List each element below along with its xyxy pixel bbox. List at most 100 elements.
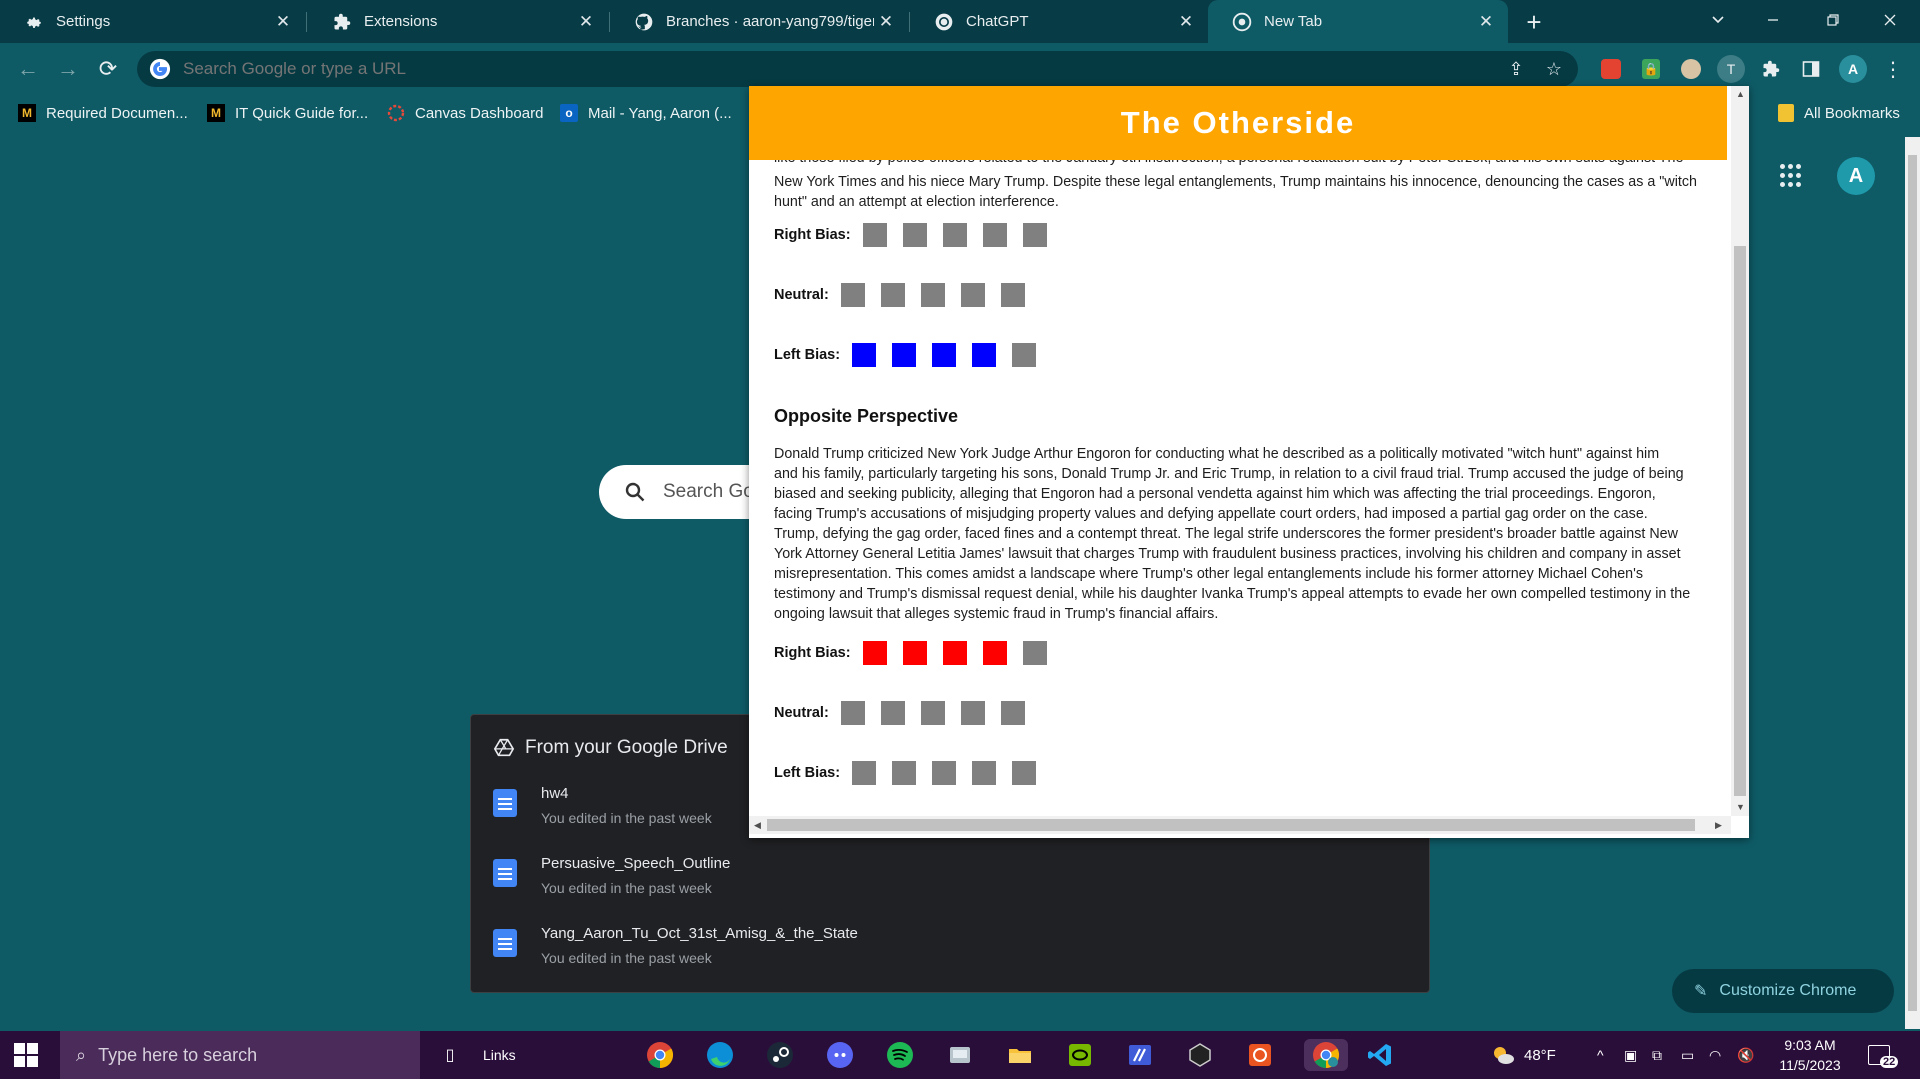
chrome-taskbar-icon[interactable] (644, 1039, 676, 1071)
weather-temp: 48°F (1524, 1046, 1556, 1064)
page-scrollbar[interactable] (1905, 137, 1920, 1029)
close-icon[interactable]: ✕ (574, 10, 598, 34)
close-icon[interactable]: ✕ (1474, 10, 1498, 34)
chevron-down-icon (1712, 16, 1724, 24)
close-window-button[interactable] (1862, 0, 1918, 40)
drive-file-name: hw4 (541, 785, 569, 802)
right-bias-label: Right Bias: (774, 645, 851, 661)
popup-horizontal-scrollbar[interactable]: ◀ ▶ (749, 816, 1731, 834)
forward-button[interactable]: → (52, 53, 84, 85)
bias-square (1022, 223, 1047, 247)
battery-icon[interactable]: ▭ (1681, 1031, 1694, 1079)
close-icon[interactable]: ✕ (1174, 10, 1198, 34)
tab-new-tab[interactable]: New Tab ✕ (1208, 0, 1508, 43)
popup-vertical-thumb[interactable] (1734, 246, 1746, 796)
address-input[interactable] (181, 58, 1502, 80)
nvidia-taskbar-icon[interactable] (1064, 1039, 1096, 1071)
tab-divider (306, 12, 307, 32)
edge-taskbar-icon[interactable] (704, 1039, 736, 1071)
more-menu-icon[interactable]: ⋮ (1879, 55, 1907, 83)
drive-file-item[interactable]: hw4 You edited in the past week (493, 785, 712, 826)
vscode-taskbar-icon[interactable] (1364, 1039, 1396, 1071)
tab-title: ChatGPT (966, 13, 1029, 30)
volume-muted-icon[interactable]: 🔇 (1737, 1031, 1754, 1079)
vpn-taskbar-icon[interactable] (1124, 1039, 1156, 1071)
address-bar[interactable]: ⇪ ☆ (137, 51, 1578, 87)
tab-search-button[interactable] (1690, 0, 1746, 40)
bookmark-it-quick-guide[interactable]: M IT Quick Guide for... (207, 101, 368, 125)
bookmark-canvas-dashboard[interactable]: Canvas Dashboard (387, 101, 543, 125)
notification-count: 22 (1880, 1056, 1899, 1068)
partly-cloudy-icon (1494, 1047, 1514, 1064)
all-bookmarks-button[interactable]: All Bookmarks (1778, 101, 1900, 125)
bookmark-star-icon[interactable]: ☆ (1540, 55, 1568, 83)
unity-taskbar-icon[interactable] (1184, 1039, 1216, 1071)
customize-chrome-button[interactable]: ✎ Customize Chrome (1672, 969, 1894, 1013)
close-icon[interactable]: ✕ (271, 10, 295, 34)
side-panel-icon[interactable] (1797, 55, 1825, 83)
close-icon[interactable]: ✕ (874, 10, 898, 34)
scroll-right-arrow-icon[interactable]: ▶ (1715, 820, 1722, 831)
scroll-down-arrow-icon[interactable]: ▼ (1736, 802, 1745, 812)
todoist-extension-icon[interactable] (1597, 55, 1625, 83)
share-icon[interactable]: ⇪ (1502, 55, 1530, 83)
drive-file-item[interactable]: Yang_Aaron_Tu_Oct_31st_Amisg_&_the_State… (493, 925, 858, 966)
left-bias-label: Left Bias: (774, 765, 841, 781)
otherside-extension-button[interactable]: T (1717, 55, 1745, 83)
chrome-profile-taskbar-icon[interactable] (1304, 1039, 1348, 1071)
google-apps-icon[interactable] (1780, 164, 1804, 188)
owl-extension-icon[interactable] (1677, 55, 1705, 83)
links-toolbar[interactable]: Links (483, 1031, 516, 1079)
page-scrollbar-thumb[interactable] (1908, 155, 1917, 1011)
steam-taskbar-icon[interactable] (764, 1039, 796, 1071)
meet-now-icon[interactable]: ▣ (1624, 1031, 1637, 1079)
extensions-puzzle-icon[interactable] (1757, 55, 1785, 83)
tab-github-branches[interactable]: Branches · aaron-yang799/tiger- ✕ (610, 0, 908, 43)
minimize-button[interactable] (1745, 0, 1801, 40)
google-account-avatar[interactable]: A (1837, 157, 1875, 195)
task-view-icon[interactable]: ▯ (434, 1039, 466, 1071)
taskbar-search[interactable]: ⌕ Type here to search (60, 1031, 420, 1079)
bookmark-label: Mail - Yang, Aaron (... (588, 104, 732, 122)
popup-scroll-area[interactable]: like those filed by police officers rela… (749, 86, 1731, 816)
left-bias-meter (852, 761, 1052, 785)
reload-button[interactable]: ⟳ (92, 53, 124, 85)
scroll-up-arrow-icon[interactable]: ▲ (1736, 89, 1745, 99)
notification-center-button[interactable]: 22 (1868, 1031, 1899, 1079)
article-line: like those filed by police officers rela… (774, 158, 1684, 166)
opposite-line: and his family, particularly targeting h… (774, 466, 1684, 482)
display-icon[interactable]: ⧉ (1652, 1031, 1662, 1079)
scroll-left-arrow-icon[interactable]: ◀ (754, 820, 761, 831)
links-label: Links (483, 1047, 516, 1063)
tab-extensions[interactable]: Extensions ✕ (308, 0, 608, 43)
file-explorer-app-icon[interactable] (944, 1039, 976, 1071)
popup-horizontal-thumb[interactable] (767, 819, 1695, 831)
left-bias-label: Left Bias: (774, 347, 841, 363)
tab-settings[interactable]: Settings ✕ (0, 0, 305, 43)
forward-arrow-icon: → (57, 56, 79, 81)
discord-taskbar-icon[interactable] (824, 1039, 856, 1071)
bookmark-required-documents[interactable]: M Required Documen... (18, 101, 188, 125)
bias-square (920, 701, 945, 725)
popup-vertical-scrollbar[interactable]: ▲ ▼ (1731, 86, 1749, 816)
system-clock[interactable]: 9:03 AM 11/5/2023 (1770, 1035, 1850, 1075)
show-hidden-icons-button[interactable]: ^ (1597, 1031, 1604, 1079)
lock-extension-icon[interactable]: 🔒 (1637, 55, 1665, 83)
folder-taskbar-icon[interactable] (1004, 1039, 1036, 1071)
wifi-icon[interactable]: ◠ (1709, 1031, 1721, 1079)
back-button[interactable]: ← (12, 53, 44, 85)
profile-avatar[interactable]: A (1839, 55, 1867, 83)
restore-button[interactable] (1805, 0, 1861, 40)
drive-file-item[interactable]: Persuasive_Speech_Outline You edited in … (493, 855, 730, 896)
spotify-taskbar-icon[interactable] (884, 1039, 916, 1071)
taskbar-search-placeholder: Type here to search (98, 1044, 258, 1065)
all-bookmarks-label: All Bookmarks (1804, 104, 1900, 122)
tab-title: Settings (56, 13, 111, 30)
new-tab-button[interactable]: + (1518, 6, 1550, 38)
tab-chatgpt[interactable]: ChatGPT ✕ (910, 0, 1208, 43)
ubuntu-taskbar-icon[interactable] (1244, 1039, 1276, 1071)
bias-square (862, 641, 887, 665)
windows-start-button[interactable] (14, 1043, 38, 1067)
bookmark-mail[interactable]: o Mail - Yang, Aaron (... (560, 101, 732, 125)
weather-widget[interactable]: 48°F (1490, 1031, 1556, 1079)
